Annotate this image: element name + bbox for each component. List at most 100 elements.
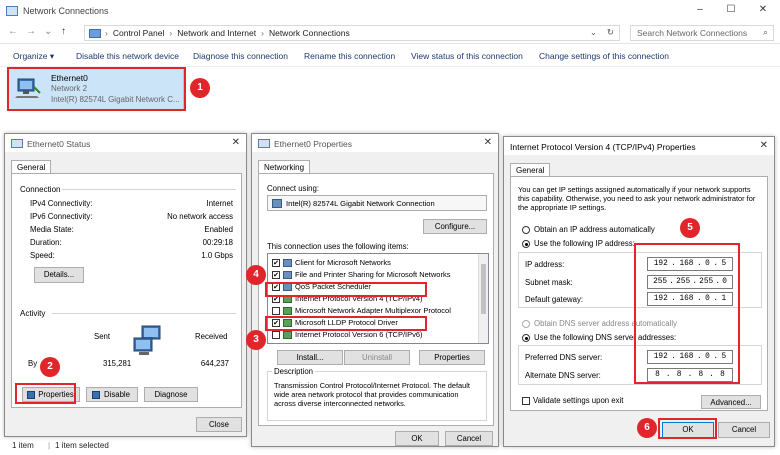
checkbox[interactable]: ✔ (272, 258, 280, 267)
radio-button[interactable] (522, 239, 530, 248)
highlight-box-6 (658, 418, 717, 439)
diagnose-command[interactable]: Diagnose this connection (193, 51, 288, 61)
speed-label: Speed: (30, 251, 55, 260)
breadcrumb-separator: › (105, 28, 108, 38)
close-icon[interactable]: ✕ (232, 137, 240, 148)
back-arrow-icon[interactable]: ← (8, 26, 18, 37)
view-status-command[interactable]: View status of this connection (411, 51, 523, 61)
address-dropdown-icon[interactable]: ⌄ (590, 27, 597, 38)
adapter-field: Intel(R) 82574L Gigabit Network Connecti… (267, 195, 487, 211)
up-arrow-icon[interactable]: ↑ (61, 26, 66, 37)
close-window-button[interactable]: ✕ (756, 4, 770, 15)
scrollbar-thumb[interactable] (481, 264, 486, 314)
search-input[interactable]: Search Network Connections ⌕ (630, 25, 774, 41)
connection-group-label: Connection (20, 185, 61, 194)
change-settings-command[interactable]: Change settings of this connection (539, 51, 669, 61)
ipv4-connectivity-value: Internet (206, 199, 233, 208)
tab-general[interactable]: General (510, 163, 551, 177)
disable-label: Disable (103, 390, 130, 399)
configure-button[interactable]: Configure... (423, 219, 487, 234)
address-toolbar: ← → ⌄ ↑ › Control Panel › Network and In… (0, 22, 780, 44)
rename-command[interactable]: Rename this connection (304, 51, 395, 61)
breadcrumb-separator: › (261, 28, 264, 38)
disable-device-command[interactable]: Disable this network device (76, 51, 179, 61)
item-properties-button[interactable]: Properties (419, 350, 485, 365)
radio-button[interactable] (522, 319, 530, 328)
checkbox[interactable] (272, 330, 280, 339)
breadcrumb-network-internet[interactable]: Network and Internet (177, 28, 256, 38)
tab-networking[interactable]: Networking (258, 160, 311, 174)
default-gateway-label: Default gateway: (525, 295, 584, 304)
cancel-button[interactable]: Cancel (718, 422, 770, 438)
sent-label: Sent (94, 332, 111, 341)
obtain-ip-label: Obtain an IP address automatically (534, 225, 655, 234)
highlight-box-3 (265, 316, 427, 331)
highlight-box-5 (634, 243, 740, 384)
tab-general[interactable]: General (11, 160, 52, 174)
window-titlebar: Network Connections – ☐ ✕ (0, 0, 780, 22)
dialog-title: Internet Protocol Version 4 (TCP/IPv4) P… (510, 142, 696, 152)
uninstall-button[interactable]: Uninstall (344, 350, 410, 365)
search-icon[interactable]: ⌕ (763, 27, 768, 38)
media-state-value: Enabled (204, 225, 233, 234)
organize-menu[interactable]: Organize ▾ (13, 51, 54, 62)
disable-button[interactable]: Disable (86, 387, 138, 402)
refresh-icon[interactable]: ↻ (607, 27, 614, 38)
step-badge-1: 1 (190, 78, 210, 98)
list-scrollbar[interactable] (478, 254, 488, 343)
item-label: Microsoft Network Adapter Multiplexor Pr… (295, 306, 451, 315)
obtain-ip-radio[interactable]: Obtain an IP address automatically (522, 225, 655, 234)
forward-arrow-icon[interactable]: → (26, 26, 36, 37)
description-text: Transmission Control Protocol/Internet P… (274, 381, 470, 408)
advanced-button[interactable]: Advanced... (701, 395, 761, 409)
checkbox[interactable]: ✔ (272, 270, 280, 279)
checkbox[interactable] (272, 306, 280, 315)
description-group: Description Transmission Control Protoco… (267, 367, 487, 421)
protocol-icon (283, 330, 292, 339)
service-icon (283, 270, 292, 279)
close-icon[interactable]: ✕ (760, 140, 768, 151)
checkbox[interactable] (522, 396, 530, 405)
radio-button[interactable] (522, 225, 530, 234)
recent-locations-icon[interactable]: ⌄ (44, 26, 52, 37)
validate-checkbox[interactable]: Validate settings upon exit (522, 396, 623, 405)
list-item[interactable]: Microsoft Network Adapter Multiplexor Pr… (272, 305, 451, 316)
breadcrumb-control-panel[interactable]: Control Panel (113, 28, 165, 38)
duration-label: Duration: (30, 238, 62, 247)
list-item[interactable]: ✔ File and Printer Sharing for Microsoft … (272, 269, 450, 280)
networking-panel: Connect using: Intel(R) 82574L Gigabit N… (258, 173, 494, 426)
item-count: 1 item (12, 441, 34, 450)
highlight-box-2 (15, 383, 76, 404)
dialog-title: Ethernet0 Status (27, 139, 91, 149)
maximize-button[interactable]: ☐ (724, 4, 738, 15)
list-item[interactable]: ✔ Client for Microsoft Networks (272, 257, 391, 268)
divider (52, 313, 236, 314)
install-button[interactable]: Install... (277, 350, 343, 365)
search-placeholder: Search Network Connections (637, 28, 748, 38)
ipv6-connectivity-value: No network access (167, 212, 233, 221)
radio-button[interactable] (522, 333, 530, 342)
client-icon (283, 258, 292, 267)
address-bar[interactable]: › Control Panel › Network and Internet ›… (84, 25, 620, 41)
subnet-mask-label: Subnet mask: (525, 278, 573, 287)
breadcrumb-network-connections[interactable]: Network Connections (269, 28, 350, 38)
network-folder-icon (6, 6, 18, 16)
network-icon (11, 139, 23, 148)
close-button[interactable]: Close (196, 417, 242, 432)
use-ip-label: Use the following IP address: (534, 239, 635, 248)
item-label: File and Printer Sharing for Microsoft N… (295, 270, 451, 279)
use-ip-radio[interactable]: Use the following IP address: (522, 239, 635, 248)
close-icon[interactable]: ✕ (484, 137, 492, 148)
duration-value: 00:29:18 (202, 238, 233, 247)
intro-text: You can get IP settings assigned automat… (518, 185, 756, 212)
bytes-label: By (28, 359, 38, 368)
minimize-button[interactable]: – (693, 4, 707, 15)
breadcrumb-separator: › (169, 28, 173, 38)
ipv4-connectivity-label: IPv4 Connectivity: (30, 199, 93, 208)
bytes-received-value: 644,237 (200, 359, 229, 368)
details-button[interactable]: Details... (34, 267, 84, 283)
item-label: Internet Protocol Version 6 (TCP/IPv6) (295, 330, 423, 339)
divider (62, 189, 236, 190)
connect-using-label: Connect using: (267, 184, 320, 193)
diagnose-button[interactable]: Diagnose (144, 387, 198, 402)
